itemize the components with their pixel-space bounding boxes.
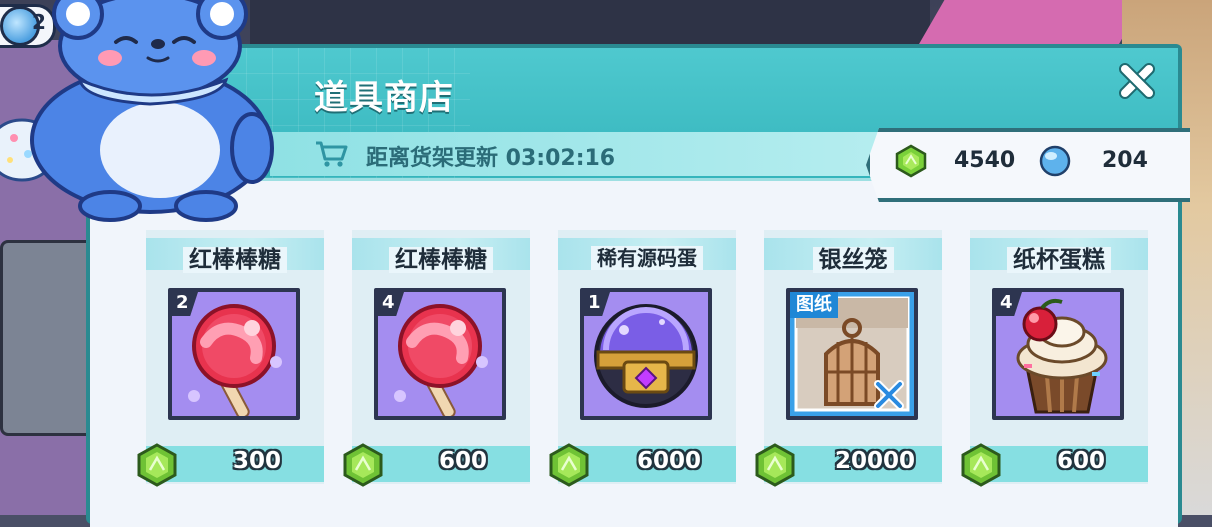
item-slot[interactable]: 4 (374, 288, 506, 420)
item-price: 600 (438, 448, 487, 474)
item-slot[interactable]: 1 (580, 288, 712, 420)
green-gem-icon (895, 144, 927, 178)
shopkeeper-mascot (0, 0, 274, 222)
item-name: 纸杯蛋糕 (970, 240, 1148, 274)
shop-item-card[interactable]: 纸杯蛋糕 4 600 (961, 230, 1148, 487)
blueprint-badge: 图纸 (790, 292, 838, 318)
background-decor (915, 0, 1145, 50)
close-button[interactable] (1112, 56, 1162, 106)
item-price: 600 (1056, 448, 1105, 474)
blue-orb-icon (1039, 145, 1071, 177)
blue-orb-balance: 204 (1102, 148, 1148, 173)
background-ceiling (250, 0, 930, 48)
green-gem-icon (137, 443, 177, 487)
item-slot[interactable]: 2 (168, 288, 300, 420)
item-slot[interactable]: 图纸 (786, 288, 918, 420)
currency-balance-content: 4540 204 (876, 132, 1186, 190)
shop-item-card[interactable]: 稀有源码蛋 1 6000 (549, 230, 736, 487)
shop-item-card[interactable]: 红棒棒糖 2 300 (137, 230, 324, 487)
cart-icon (316, 141, 348, 167)
item-name: 红棒棒糖 (146, 240, 324, 274)
green-gem-balance: 4540 (954, 148, 1016, 173)
green-gem-icon (755, 443, 795, 487)
item-name: 稀有源码蛋 (558, 242, 736, 271)
item-price: 300 (232, 448, 281, 474)
green-gem-icon (961, 443, 1001, 487)
green-gem-icon (549, 443, 589, 487)
shop-item-card[interactable]: 银丝笼 图纸 20000 (755, 230, 942, 487)
item-price: 20000 (834, 448, 916, 474)
item-name: 银丝笼 (764, 240, 942, 274)
shop-item-card[interactable]: 红棒棒糖 4 600 (343, 230, 530, 487)
shop-title: 道具商店 (314, 78, 454, 118)
item-name: 红棒棒糖 (352, 240, 530, 274)
refresh-timer-text: 距离货架更新 03:02:16 (366, 146, 616, 171)
item-slot[interactable]: 4 (992, 288, 1124, 420)
item-price: 6000 (636, 448, 701, 474)
green-gem-icon (343, 443, 383, 487)
